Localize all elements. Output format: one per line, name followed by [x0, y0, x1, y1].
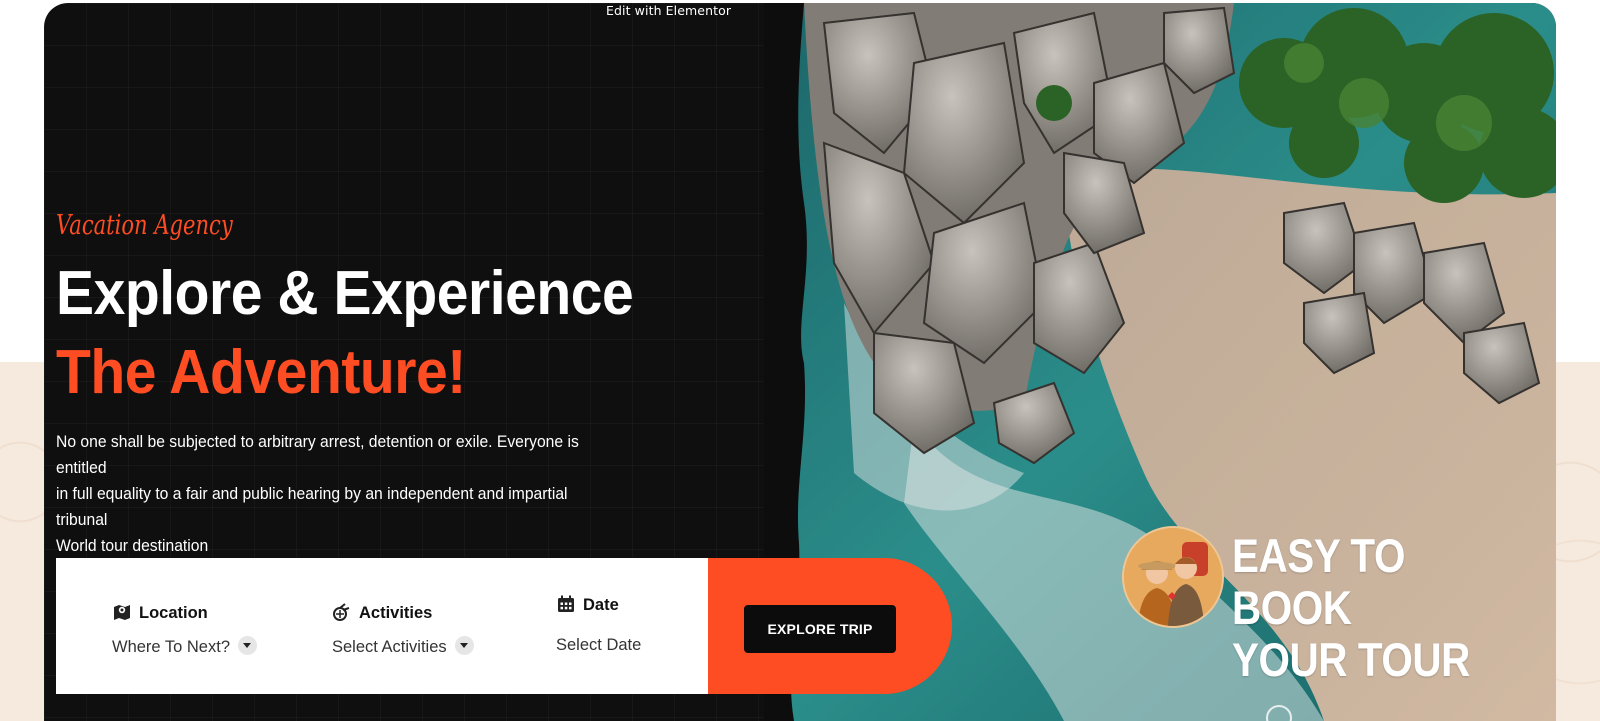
explore-trip-button[interactable]: EXPLORE TRIP: [744, 605, 896, 653]
description-line: No one shall be subjected to arbitrary a…: [56, 433, 579, 477]
activities-field[interactable]: Activities Select Activities: [332, 558, 532, 694]
activities-label-text: Activities: [359, 604, 433, 622]
activities-select[interactable]: Select Activities: [332, 636, 474, 657]
hero-tagline: Vacation Agency: [56, 210, 233, 241]
location-label-text: Location: [139, 604, 208, 622]
hero-title-line1: Explore & Experience: [56, 259, 634, 328]
date-label-text: Date: [583, 596, 619, 614]
date-field[interactable]: Date Select Date: [556, 558, 706, 694]
travelers-avatar: [1122, 526, 1224, 628]
badge-line: YOUR TOUR: [1232, 633, 1470, 686]
description-line: World tour destination: [56, 537, 209, 555]
location-select[interactable]: Where To Next?: [112, 636, 257, 657]
description-line: in full equality to a fair and public he…: [56, 485, 568, 529]
location-label: Location: [112, 602, 208, 623]
activities-value: Select Activities: [332, 638, 447, 656]
map-marker-icon: [112, 602, 132, 622]
date-label: Date: [556, 594, 619, 615]
booking-form: Location Where To Next? Activities Selec…: [56, 558, 952, 694]
hero-section: Edit with Elementor Vacation Agency Expl…: [44, 3, 1556, 721]
hero-description: No one shall be subjected to arbitrary a…: [56, 429, 588, 559]
activities-label: Activities: [332, 602, 432, 623]
location-value: Where To Next?: [112, 638, 230, 656]
chevron-down-icon[interactable]: [454, 636, 474, 655]
badge-line: EASY TO BOOK: [1232, 529, 1405, 634]
date-input[interactable]: Select Date: [556, 636, 641, 655]
edit-with-elementor-link[interactable]: Edit with Elementor: [606, 3, 731, 18]
calendar-icon: [556, 594, 576, 614]
activities-icon: [332, 602, 352, 622]
chevron-down-icon[interactable]: [238, 636, 257, 655]
hero-title-line2: The Adventure!: [56, 338, 466, 407]
location-field[interactable]: Location Where To Next?: [112, 558, 312, 694]
easy-booking-badge: EASY TO BOOK YOUR TOUR: [1232, 530, 1511, 686]
